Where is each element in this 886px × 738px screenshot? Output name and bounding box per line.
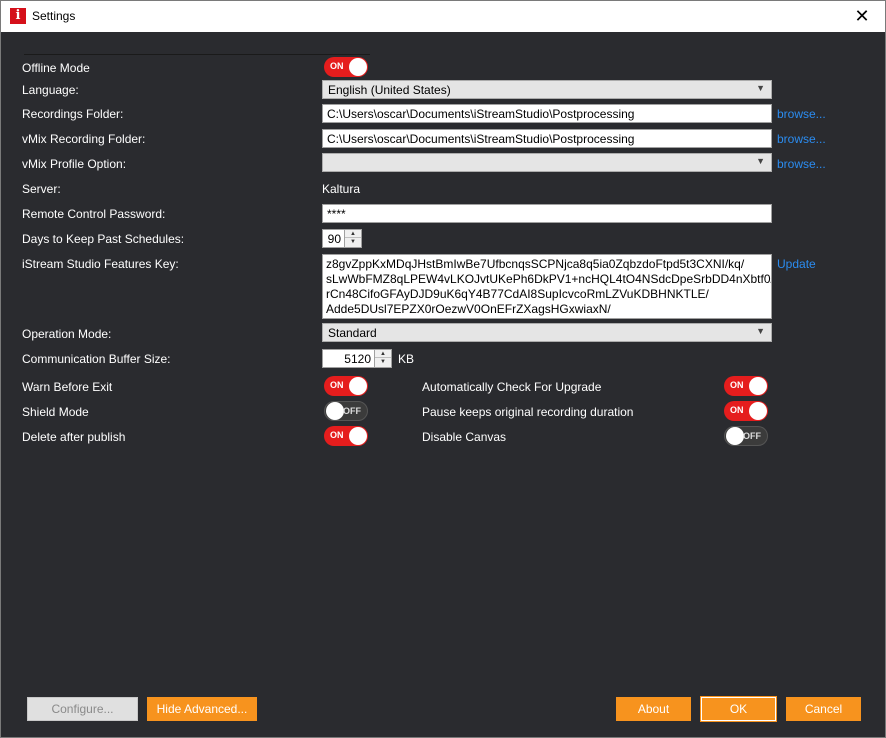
server-value: Kaltura	[322, 182, 361, 196]
operation-mode-select[interactable]: Standard ▼	[322, 323, 772, 342]
arrow-up-icon[interactable]: ▲	[375, 350, 391, 358]
toggle-state-label: ON	[330, 380, 344, 390]
vmix-recording-folder-browse-link[interactable]: browse...	[777, 132, 826, 146]
recordings-folder-input[interactable]: C:\Users\oscar\Documents\iStreamStudio\P…	[322, 104, 772, 123]
stepper-buttons[interactable]: ▲ ▼	[374, 350, 391, 367]
features-key-line: z8gvZppKxMDqJHstBmIwBe7UfbcnqsSCPNjca8q5…	[326, 257, 745, 271]
operation-mode-value: Standard	[328, 326, 377, 340]
toggle-knob	[349, 58, 367, 76]
operation-mode-label: Operation Mode:	[22, 327, 112, 341]
delete-after-publish-label: Delete after publish	[22, 430, 126, 444]
features-key-line: rCn48CifoGFAyDJD9uK6qY4B77CdAI8SupIcvcoR…	[326, 287, 709, 301]
disable-canvas-label: Disable Canvas	[422, 430, 507, 444]
toggle-knob	[349, 377, 367, 395]
auto-check-upgrade-label: Automatically Check For Upgrade	[422, 380, 602, 394]
language-select[interactable]: English (United States) ▼	[322, 80, 772, 99]
title-bar: i Settings ✕	[1, 1, 885, 32]
shield-mode-label: Shield Mode	[22, 405, 89, 419]
language-label: Language:	[22, 83, 79, 97]
days-to-keep-label: Days to Keep Past Schedules:	[22, 232, 185, 246]
chevron-down-icon: ▼	[756, 156, 765, 166]
remote-control-password-label: Remote Control Password:	[22, 207, 166, 221]
buffer-size-unit: KB	[398, 352, 415, 366]
settings-panel: Offline Mode ON Language: English (Unite…	[1, 32, 885, 737]
buffer-size-label: Communication Buffer Size:	[22, 352, 171, 366]
toggle-state-label: ON	[330, 430, 344, 440]
features-key-line: Adde5DUsl7EPZX0rOezwV0OnEFrZXagsHGxwiaxN…	[326, 302, 611, 316]
toggle-knob	[749, 402, 767, 420]
close-button[interactable]: ✕	[839, 1, 885, 32]
stepper-buttons[interactable]: ▲ ▼	[344, 230, 361, 247]
chevron-down-icon: ▼	[756, 83, 765, 93]
toggle-knob	[326, 402, 344, 420]
disable-canvas-toggle[interactable]: OFF	[724, 426, 768, 446]
vmix-recording-folder-input[interactable]: C:\Users\oscar\Documents\iStreamStudio\P…	[322, 129, 772, 148]
features-key-update-link[interactable]: Update	[777, 257, 816, 271]
toggle-knob	[749, 377, 767, 395]
toggle-state-label: OFF	[343, 406, 361, 416]
auto-check-upgrade-toggle[interactable]: ON	[724, 376, 768, 396]
ok-button[interactable]: OK	[700, 696, 777, 722]
about-button[interactable]: About	[616, 697, 691, 721]
toggle-state-label: ON	[730, 380, 744, 390]
arrow-down-icon[interactable]: ▼	[375, 358, 391, 366]
pause-keeps-duration-label: Pause keeps original recording duration	[422, 405, 634, 419]
server-label: Server:	[22, 182, 61, 196]
offline-mode-label: Offline Mode	[22, 61, 90, 75]
recordings-folder-browse-link[interactable]: browse...	[777, 107, 826, 121]
toggle-state-label: ON	[330, 61, 344, 71]
vmix-profile-option-label: vMix Profile Option:	[22, 157, 127, 171]
cancel-button[interactable]: Cancel	[786, 697, 861, 721]
toggle-knob	[349, 427, 367, 445]
chevron-down-icon: ▼	[756, 326, 765, 336]
focus-rectangle	[24, 54, 370, 55]
delete-after-publish-toggle[interactable]: ON	[324, 426, 368, 446]
arrow-down-icon[interactable]: ▼	[345, 238, 361, 246]
features-key-textarea[interactable]: z8gvZppKxMDqJHstBmIwBe7UfbcnqsSCPNjca8q5…	[322, 254, 772, 319]
days-to-keep-stepper[interactable]: 90 ▲ ▼	[322, 229, 362, 248]
buffer-size-value: 5120	[344, 352, 371, 366]
window-title: Settings	[32, 9, 76, 23]
arrow-up-icon[interactable]: ▲	[345, 230, 361, 238]
language-value: English (United States)	[328, 83, 451, 97]
buffer-size-stepper[interactable]: 5120 ▲ ▼	[322, 349, 392, 368]
vmix-profile-option-select[interactable]: ▼	[322, 153, 772, 172]
warn-before-exit-label: Warn Before Exit	[22, 380, 113, 394]
vmix-profile-browse-link[interactable]: browse...	[777, 157, 826, 171]
pause-keeps-duration-toggle[interactable]: ON	[724, 401, 768, 421]
configure-button[interactable]: Configure...	[27, 697, 138, 721]
app-logo-icon: i	[10, 8, 26, 24]
offline-mode-toggle[interactable]: ON	[324, 57, 368, 77]
settings-window: i Settings ✕ Offline Mode ON Language: E…	[0, 0, 886, 738]
features-key-label: iStream Studio Features Key:	[22, 257, 179, 271]
remote-control-password-input[interactable]: ****	[322, 204, 772, 223]
warn-before-exit-toggle[interactable]: ON	[324, 376, 368, 396]
toggle-state-label: ON	[730, 405, 744, 415]
vmix-recording-folder-label: vMix Recording Folder:	[22, 132, 146, 146]
recordings-folder-label: Recordings Folder:	[22, 107, 124, 121]
shield-mode-toggle[interactable]: OFF	[324, 401, 368, 421]
toggle-state-label: OFF	[743, 431, 761, 441]
toggle-knob	[726, 427, 744, 445]
hide-advanced-button[interactable]: Hide Advanced...	[147, 697, 257, 721]
days-to-keep-value: 90	[327, 232, 341, 246]
features-key-line: sLwWbFMZ8qLPEW4vLKOJvtUKePh6DkPV1+ncHQL4…	[326, 272, 772, 286]
